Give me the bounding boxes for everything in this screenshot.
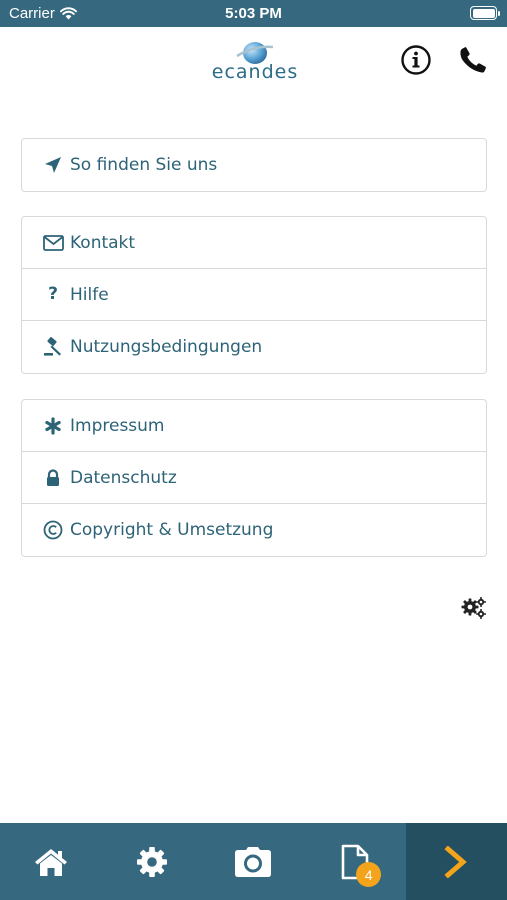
asterisk-icon xyxy=(42,416,64,436)
menu-item-copyright[interactable]: Copyright & Umsetzung xyxy=(22,504,486,556)
menu-item-contact[interactable]: Kontakt xyxy=(22,217,486,269)
gears-icon[interactable] xyxy=(461,596,487,620)
status-time: 5:03 PM xyxy=(225,5,282,22)
menu-item-label: Impressum xyxy=(70,415,165,436)
envelope-icon xyxy=(42,233,64,253)
menu-item-privacy[interactable]: Datenschutz xyxy=(22,452,486,504)
menu-item-imprint[interactable]: Impressum xyxy=(22,400,486,452)
tab-camera[interactable] xyxy=(203,823,304,900)
location-arrow-icon xyxy=(42,155,64,175)
menu-item-label: Datenschutz xyxy=(70,467,177,488)
info-icon[interactable] xyxy=(399,43,433,77)
copyright-icon xyxy=(42,520,64,540)
menu-item-location[interactable]: So finden Sie uns xyxy=(22,139,486,191)
settings-icon xyxy=(137,846,168,877)
tab-home[interactable] xyxy=(0,823,101,900)
tab-settings[interactable] xyxy=(101,823,202,900)
phone-icon[interactable] xyxy=(456,43,490,77)
menu-item-label: So finden Sie uns xyxy=(70,155,218,175)
status-bar: Carrier 5:03 PM xyxy=(0,0,507,27)
camera-icon xyxy=(235,846,272,877)
menu-item-label: Nutzungsbedingungen xyxy=(70,337,263,357)
chevron-right-icon xyxy=(444,845,468,878)
lock-icon xyxy=(42,468,64,488)
gavel-icon xyxy=(42,337,64,357)
question-icon: ? xyxy=(48,284,58,304)
menu-item-label: Kontakt xyxy=(70,232,136,253)
menu-group-info: Kontakt ? Hilfe Nutzungsbedingungen xyxy=(21,216,487,374)
logo-text: ecandes xyxy=(211,61,299,83)
menu-group-legal: Impressum Datenschutz Copyright & Umsetz… xyxy=(21,399,487,557)
menu-item-label: Hilfe xyxy=(70,284,109,305)
documents-badge: 4 xyxy=(356,862,382,887)
logo[interactable]: ecandes xyxy=(205,37,305,87)
tab-documents[interactable]: 4 xyxy=(304,823,405,900)
battery-icon xyxy=(470,6,500,20)
tab-next[interactable] xyxy=(405,823,507,900)
home-icon xyxy=(34,848,67,876)
menu-item-help[interactable]: ? Hilfe xyxy=(22,269,486,321)
header: ecandes xyxy=(0,27,507,97)
menu-group-location: So finden Sie uns xyxy=(21,138,487,192)
tab-bar: 4 xyxy=(0,823,507,900)
menu-item-terms[interactable]: Nutzungsbedingungen xyxy=(22,321,486,373)
menu-item-label: Copyright & Umsetzung xyxy=(70,520,274,540)
